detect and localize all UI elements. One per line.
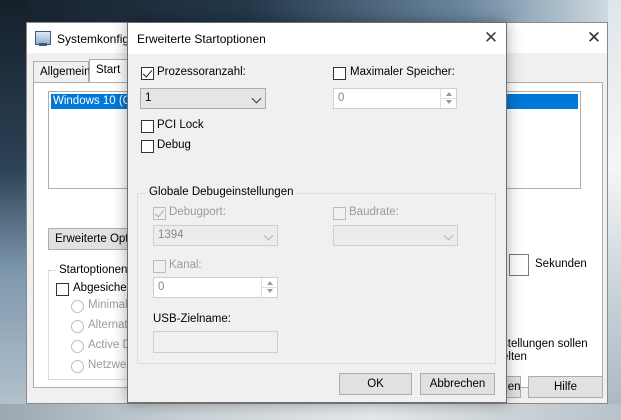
max-memory-value: 0 xyxy=(338,92,345,104)
debug-label: Debug xyxy=(157,139,191,151)
max-memory-spinner[interactable]: 0 xyxy=(333,88,457,109)
chevron-down-icon xyxy=(251,93,262,104)
debugport-checkbox[interactable] xyxy=(153,207,166,220)
cancel-button[interactable]: Abbrechen xyxy=(420,373,495,395)
debug-checkbox[interactable] xyxy=(141,140,154,153)
desktop-wallpaper-bottom xyxy=(0,404,621,420)
timeout-unit-label: Sekunden xyxy=(535,258,587,270)
dialog-close-icon[interactable]: ✕ xyxy=(480,27,502,49)
spin-down-icon[interactable] xyxy=(446,100,452,104)
baudrate-checkbox[interactable] xyxy=(333,207,346,220)
spin-up-icon[interactable] xyxy=(267,281,273,285)
spin-separator xyxy=(262,287,277,288)
desktop-wallpaper-right xyxy=(608,0,621,420)
max-memory-checkbox[interactable] xyxy=(333,67,346,80)
dialog-titlebar[interactable]: Erweiterte Startoptionen ✕ xyxy=(128,23,506,54)
ok-button[interactable]: OK xyxy=(339,373,412,395)
dialog-title: Erweiterte Startoptionen xyxy=(137,32,266,46)
spin-down-icon[interactable] xyxy=(267,289,273,293)
baudrate-label: Baudrate: xyxy=(349,206,399,218)
radio-alternate-shell[interactable] xyxy=(71,320,84,333)
desktop-wallpaper-left xyxy=(0,0,26,420)
channel-checkbox[interactable] xyxy=(153,260,166,273)
chevron-down-icon xyxy=(443,230,454,241)
max-memory-spin-buttons[interactable] xyxy=(440,89,456,108)
help-button[interactable]: Hilfe xyxy=(528,376,603,398)
tab-start[interactable]: Start xyxy=(89,59,129,83)
back-window-close-icon[interactable]: ✕ xyxy=(583,27,605,49)
max-memory-label: Maximaler Speicher: xyxy=(350,66,455,78)
chevron-down-icon xyxy=(263,230,274,241)
channel-spin-buttons[interactable] xyxy=(261,278,277,297)
advanced-boot-options-dialog: Erweiterte Startoptionen ✕ Prozessoranza… xyxy=(127,22,507,403)
spin-up-icon[interactable] xyxy=(446,92,452,96)
tab-allgemein[interactable]: Allgemein xyxy=(33,61,91,83)
debugport-value: 1394 xyxy=(158,229,184,241)
debug-settings-title: Globale Debugeinstellungen xyxy=(146,186,297,198)
radio-network[interactable] xyxy=(71,360,84,373)
debugport-select[interactable]: 1394 xyxy=(153,225,278,246)
processor-count-checkbox[interactable] xyxy=(141,67,154,80)
debugport-label: Debugport: xyxy=(169,206,226,218)
msconfig-icon xyxy=(35,31,51,46)
pci-lock-checkbox[interactable] xyxy=(141,120,154,133)
start-options-title: Startoptionen xyxy=(56,264,131,276)
processor-count-value: 1 xyxy=(145,92,152,104)
channel-spinner[interactable]: 0 xyxy=(153,277,278,298)
radio-active-directory[interactable] xyxy=(71,340,84,353)
usb-target-label: USB-Zielname: xyxy=(153,313,231,325)
pci-lock-label: PCI Lock xyxy=(157,119,204,131)
safe-boot-label: Abgesicherter Start xyxy=(73,282,133,294)
safe-boot-checkbox[interactable] xyxy=(56,283,69,296)
spin-separator xyxy=(441,98,456,99)
usb-target-input[interactable] xyxy=(153,331,278,353)
channel-value: 0 xyxy=(158,281,165,293)
timeout-input[interactable] xyxy=(509,254,529,276)
processor-count-label: Prozessoranzahl: xyxy=(157,66,246,78)
persist-text-line1: stellungen sollen xyxy=(502,338,588,350)
baudrate-select[interactable] xyxy=(333,225,458,246)
radio-minimal[interactable] xyxy=(71,300,84,313)
processor-count-select[interactable]: 1 xyxy=(140,88,266,109)
channel-label: Kanal: xyxy=(169,259,202,271)
